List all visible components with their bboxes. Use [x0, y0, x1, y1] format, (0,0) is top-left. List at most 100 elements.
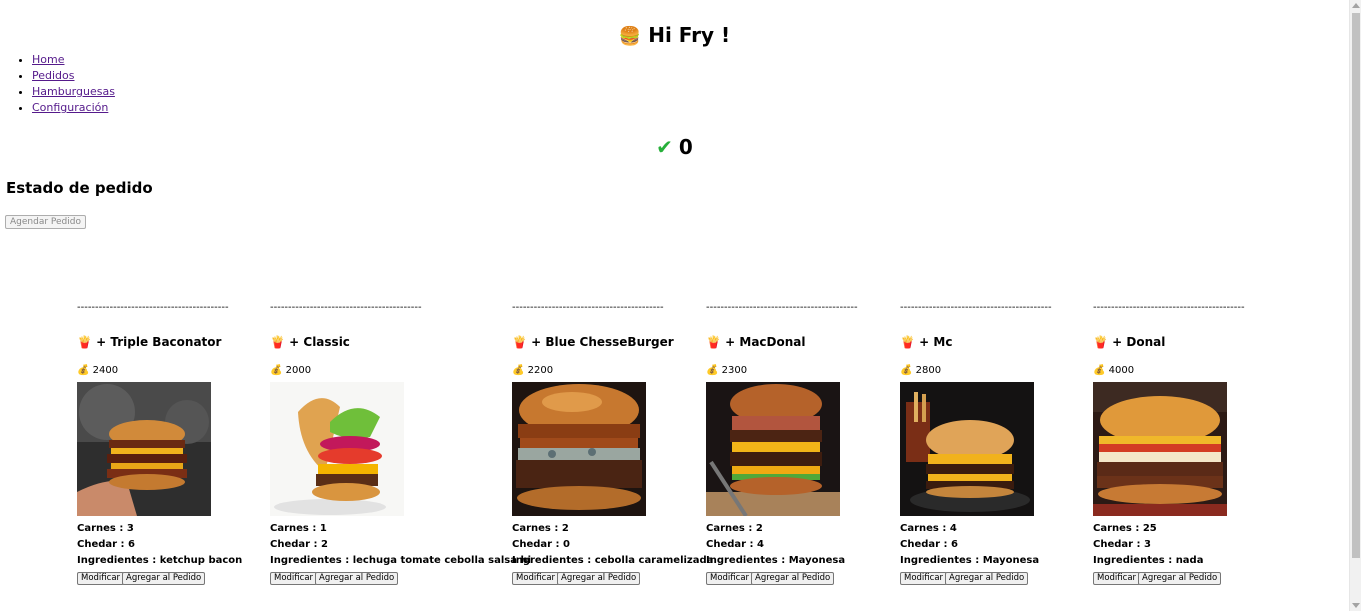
nav-link-pedidos[interactable]: Pedidos	[32, 69, 75, 82]
burger-card: ----------------------------------------…	[512, 302, 737, 585]
chedar-value: 6	[951, 539, 959, 550]
add-to-order-button[interactable]: Agregar al Pedido	[122, 571, 206, 585]
card-separator: ----------------------------------------…	[900, 302, 1052, 313]
fries-icon: 🍟	[706, 335, 721, 349]
modify-button[interactable]: Modificar	[900, 571, 948, 585]
burger-info: Carnes : 3 Chedar : 6 Ingredientes : ketch…	[77, 521, 302, 569]
money-bag-icon: 💰	[512, 365, 525, 376]
chedar-row: Chedar : 6	[77, 537, 302, 553]
fries-icon: 🍟	[77, 335, 92, 349]
burger-price: 2800	[915, 365, 942, 376]
burger-price-row: 💰 2200	[512, 364, 737, 378]
burger-card: ----------------------------------------…	[77, 302, 302, 585]
chedar-row: Chedar : 2	[270, 537, 495, 553]
scrollbar-thumb[interactable]	[1352, 13, 1360, 558]
burger-name: Triple Baconator	[110, 335, 222, 349]
fries-icon: 🍟	[270, 335, 285, 349]
page: 🍔 Hi Fry ! Home Pedidos Hamburguesas Con…	[0, 0, 1349, 611]
add-to-order-button[interactable]: Agregar al Pedido	[945, 571, 1029, 585]
money-bag-icon: 💰	[77, 365, 90, 376]
modify-button[interactable]: Modificar	[706, 571, 754, 585]
carnes-value: 25	[1142, 523, 1157, 534]
ingredientes-label: Ingredientes :	[512, 555, 592, 566]
add-to-order-button[interactable]: Agregar al Pedido	[557, 571, 641, 585]
burger-photo	[706, 382, 840, 516]
modify-button[interactable]: Modificar	[512, 571, 560, 585]
burger-info: Carnes : 4 Chedar : 6 Ingredientes : Mayon…	[900, 521, 1125, 569]
plus-sign: +	[289, 335, 300, 349]
nav-item-pedidos: Pedidos	[32, 68, 115, 84]
chedar-value: 4	[757, 539, 765, 550]
carnes-label: Carnes :	[77, 523, 124, 534]
ingredientes-label: Ingredientes :	[77, 555, 157, 566]
burger-list: ----------------------------------------…	[0, 302, 1349, 602]
ingredientes-value: Mayonesa	[982, 555, 1040, 566]
nav-link-configuracion[interactable]: Configuración	[32, 101, 108, 114]
burger-name-row: 🍟 + Mc	[900, 334, 1125, 350]
card-actions: Modificar Agregar al Pedido	[900, 570, 1125, 585]
card-actions: Modificar Agregar al Pedido	[706, 570, 931, 585]
chedar-row: Chedar : 0	[512, 537, 737, 553]
burger-price-row: 💰 2400	[77, 364, 302, 378]
plus-sign: +	[725, 335, 736, 349]
chedar-label: Chedar :	[706, 539, 754, 550]
fries-icon: 🍟	[1093, 335, 1108, 349]
carnes-value: 1	[319, 523, 327, 534]
carnes-row: Carnes : 4	[900, 521, 1125, 537]
agendar-pedido-button[interactable]: Agendar Pedido	[5, 215, 86, 229]
money-bag-icon: 💰	[270, 365, 283, 376]
carnes-label: Carnes :	[706, 523, 753, 534]
vertical-scrollbar[interactable]	[1349, 0, 1361, 611]
burger-card: ----------------------------------------…	[706, 302, 931, 585]
add-to-order-button[interactable]: Agregar al Pedido	[1138, 571, 1222, 585]
burger-photo	[77, 382, 211, 516]
ingredientes-label: Ingredientes :	[270, 555, 350, 566]
chedar-label: Chedar :	[512, 539, 560, 550]
burger-price: 2000	[285, 365, 312, 376]
ingredientes-row: Ingredientes : Mayonesa	[706, 553, 931, 569]
ingredientes-value: nada	[1175, 555, 1204, 566]
carnes-row: Carnes : 2	[512, 521, 737, 537]
ingredientes-value: lechuga tomate cebolla salsa hi	[352, 555, 531, 566]
scroll-down-arrow-icon[interactable]	[1352, 603, 1360, 608]
nav-link-home[interactable]: Home	[32, 53, 64, 66]
chedar-label: Chedar :	[900, 539, 948, 550]
page-title: 🍔 Hi Fry !	[0, 21, 1349, 51]
burger-price: 2300	[721, 365, 748, 376]
carnes-row: Carnes : 2	[706, 521, 931, 537]
ingredientes-label: Ingredientes :	[706, 555, 786, 566]
modify-button[interactable]: Modificar	[77, 571, 125, 585]
nav-link-hamburguesas[interactable]: Hamburguesas	[32, 85, 115, 98]
card-actions: Modificar Agregar al Pedido	[77, 570, 302, 585]
ingredientes-value: ketchup bacon	[159, 555, 243, 566]
burger-name-row: 🍟 + Classic	[270, 334, 495, 350]
carnes-label: Carnes :	[1093, 523, 1140, 534]
chedar-label: Chedar :	[77, 539, 125, 550]
carnes-row: Carnes : 25	[1093, 521, 1318, 537]
burger-photo	[1093, 382, 1227, 516]
add-to-order-button[interactable]: Agregar al Pedido	[751, 571, 835, 585]
nav-item-hamburguesas: Hamburguesas	[32, 84, 115, 100]
burger-price: 2200	[527, 365, 554, 376]
chedar-row: Chedar : 6	[900, 537, 1125, 553]
estado-heading: Estado de pedido	[6, 179, 153, 197]
modify-button[interactable]: Modificar	[270, 571, 318, 585]
card-actions: Modificar Agregar al Pedido	[270, 570, 495, 585]
chedar-row: Chedar : 3	[1093, 537, 1318, 553]
chedar-row: Chedar : 4	[706, 537, 931, 553]
ingredientes-row: Ingredientes : cebolla caramelizada	[512, 553, 737, 569]
burger-name-row: 🍟 + Triple Baconator	[77, 334, 302, 350]
burger-photo	[900, 382, 1034, 516]
scroll-up-arrow-icon[interactable]	[1352, 3, 1360, 8]
modify-button[interactable]: Modificar	[1093, 571, 1141, 585]
plus-sign: +	[96, 335, 107, 349]
burger-name: Donal	[1126, 335, 1166, 349]
carnes-label: Carnes :	[270, 523, 317, 534]
carnes-row: Carnes : 3	[77, 521, 302, 537]
burger-price-row: 💰 2800	[900, 364, 1125, 378]
burger-card: ----------------------------------------…	[900, 302, 1125, 585]
chedar-value: 2	[321, 539, 329, 550]
add-to-order-button[interactable]: Agregar al Pedido	[315, 571, 399, 585]
card-separator: ----------------------------------------…	[77, 302, 229, 313]
burger-name: Mc	[933, 335, 953, 349]
